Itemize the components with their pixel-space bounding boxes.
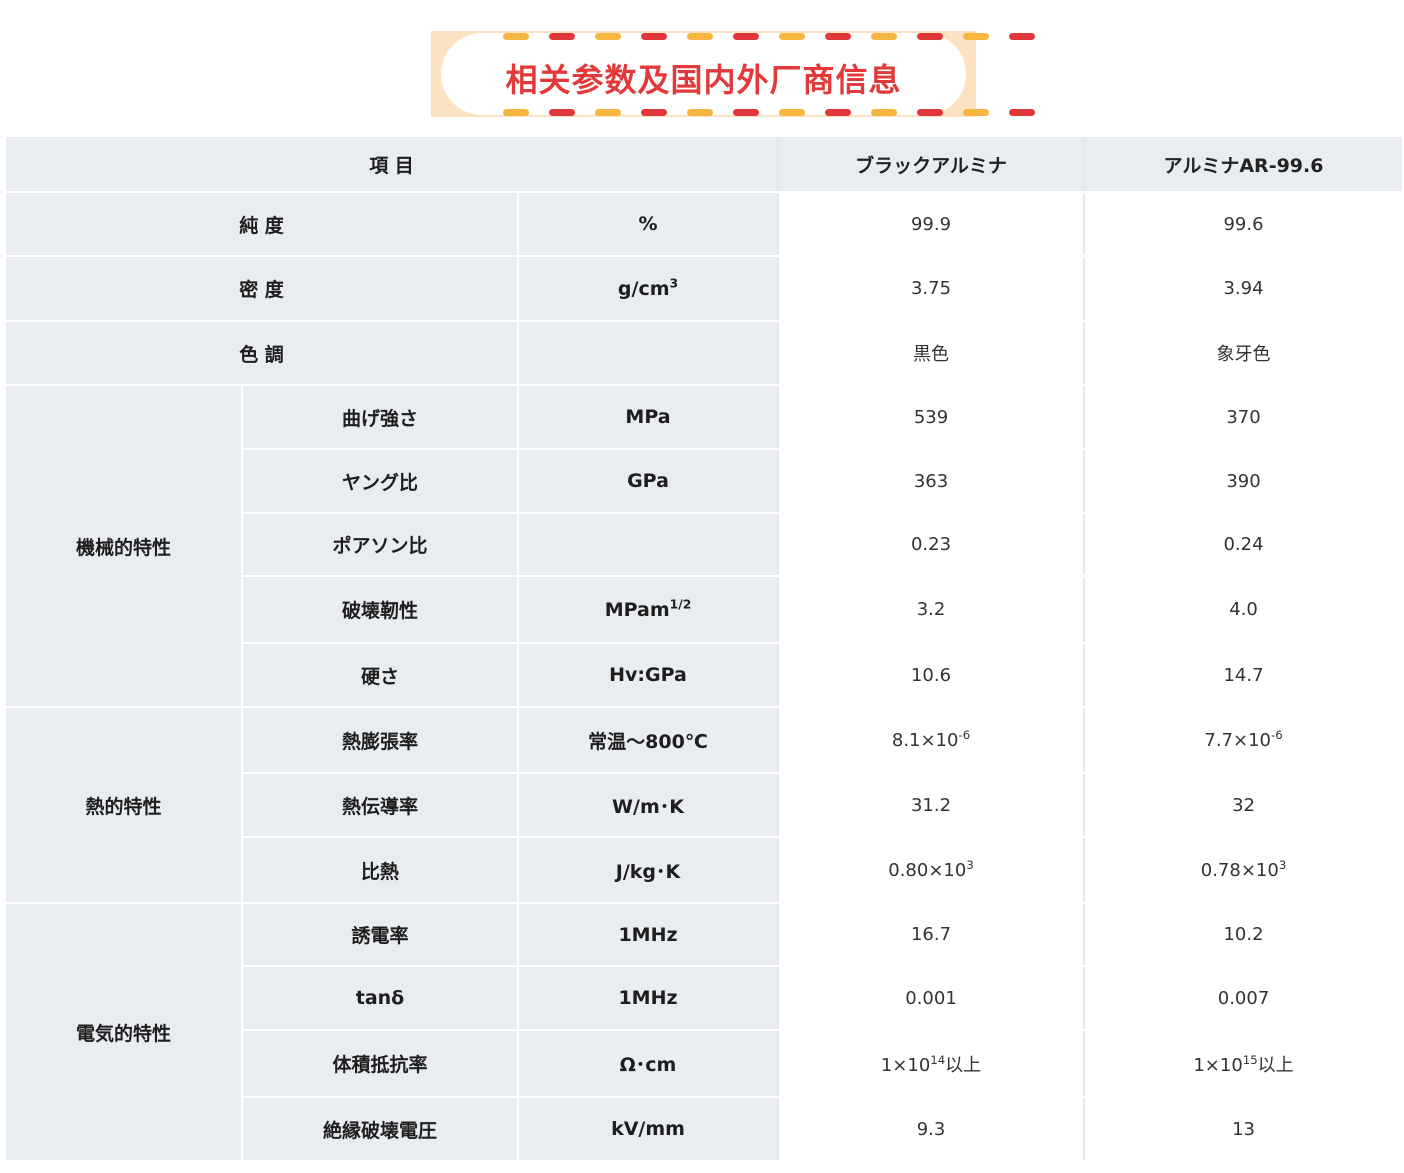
table-row: 純 度 % 99.9 99.6 bbox=[6, 192, 1403, 257]
value-cell: 黒色 bbox=[777, 321, 1085, 386]
table-header-row: 項 目 ブラックアルミナ アルミナAR-99.6 bbox=[6, 137, 1403, 193]
row-unit bbox=[516, 513, 779, 577]
banner-title: 相关参数及国内外厂商信息 bbox=[505, 61, 902, 99]
banner-dashes-bottom bbox=[503, 109, 1035, 116]
section-banner: 相关参数及国内外厂商信息 bbox=[431, 31, 1035, 117]
spec-table: 項 目 ブラックアルミナ アルミナAR-99.6 純 度 % 99.9 99.6… bbox=[6, 137, 1403, 1162]
value-cell: 3.94 bbox=[1083, 256, 1403, 322]
row-label: 比熱 bbox=[241, 837, 518, 904]
row-label: 純 度 bbox=[6, 192, 518, 257]
value-cell: 99.6 bbox=[1083, 192, 1403, 257]
value-cell: 390 bbox=[1083, 449, 1403, 514]
value-cell: 13 bbox=[1083, 1097, 1403, 1162]
value-cell: 3.75 bbox=[777, 256, 1085, 322]
row-label: 熱膨張率 bbox=[241, 707, 518, 774]
value-cell: 99.9 bbox=[777, 192, 1085, 257]
row-unit: 1MHz bbox=[516, 966, 779, 1031]
value-cell: 0.001 bbox=[777, 966, 1085, 1031]
row-label: 硬さ bbox=[241, 643, 518, 708]
group-label-thermal: 熱的特性 bbox=[6, 707, 242, 904]
value-cell: 0.23 bbox=[777, 513, 1085, 577]
value-cell: 370 bbox=[1083, 385, 1403, 450]
row-unit: % bbox=[516, 192, 779, 257]
value-cell: 16.7 bbox=[777, 903, 1085, 967]
value-cell: 1×1014以上 bbox=[777, 1030, 1085, 1098]
row-unit: 常温～800℃ bbox=[516, 707, 779, 774]
header-col-alumina-ar996: アルミナAR-99.6 bbox=[1083, 137, 1403, 193]
value-cell: 象牙色 bbox=[1083, 321, 1403, 386]
group-label-electrical: 電気的特性 bbox=[6, 903, 242, 1162]
header-item: 項 目 bbox=[6, 137, 779, 193]
table-row: 密 度 g/cm3 3.75 3.94 bbox=[6, 256, 1403, 322]
value-cell: 0.80×103 bbox=[777, 837, 1085, 904]
value-cell: 1×1015以上 bbox=[1083, 1030, 1403, 1098]
value-cell: 363 bbox=[777, 449, 1085, 514]
header-col-black-alumina: ブラックアルミナ bbox=[777, 137, 1085, 193]
value-cell: 3.2 bbox=[777, 576, 1085, 644]
value-cell: 0.24 bbox=[1083, 513, 1403, 577]
row-unit: 1MHz bbox=[516, 903, 779, 967]
value-cell: 32 bbox=[1083, 773, 1403, 838]
row-label: 体積抵抗率 bbox=[241, 1030, 518, 1098]
row-unit: MPam1/2 bbox=[516, 576, 779, 644]
value-cell: 0.78×103 bbox=[1083, 837, 1403, 904]
row-label: ヤング比 bbox=[241, 449, 518, 514]
row-unit: MPa bbox=[516, 385, 779, 450]
value-cell: 8.1×10-6 bbox=[777, 707, 1085, 774]
row-unit: GPa bbox=[516, 449, 779, 514]
group-label-mechanical: 機械的特性 bbox=[6, 385, 242, 708]
row-label: 絶縁破壊電圧 bbox=[241, 1097, 518, 1162]
table-row: 機械的特性 曲げ強さ MPa 539 370 bbox=[6, 385, 1403, 708]
row-label: 密 度 bbox=[6, 256, 518, 322]
row-label: 熱伝導率 bbox=[241, 773, 518, 838]
table-row: 熱的特性 熱膨張率 常温～800℃ 8.1×10-6 7.7×10-6 bbox=[6, 707, 1403, 904]
value-cell: 539 bbox=[777, 385, 1085, 450]
row-unit: Hv:GPa bbox=[516, 643, 779, 708]
value-cell: 9.3 bbox=[777, 1097, 1085, 1162]
row-label: tanδ bbox=[241, 966, 518, 1031]
value-cell: 14.7 bbox=[1083, 643, 1403, 708]
table-row: 色 調 黒色 象牙色 bbox=[6, 321, 1403, 386]
table-row: 電気的特性 誘電率 1MHz 16.7 10.2 bbox=[6, 903, 1403, 1162]
value-cell: 0.007 bbox=[1083, 966, 1403, 1031]
row-label: 誘電率 bbox=[241, 903, 518, 967]
row-unit: W/m･K bbox=[516, 773, 779, 838]
row-unit: Ω･cm bbox=[516, 1030, 779, 1098]
banner-dashes-top bbox=[503, 33, 1035, 40]
value-cell: 7.7×10-6 bbox=[1083, 707, 1403, 774]
row-unit bbox=[516, 321, 779, 386]
value-cell: 10.6 bbox=[777, 643, 1085, 708]
row-unit: kV/mm bbox=[516, 1097, 779, 1162]
row-label: 色 調 bbox=[6, 321, 518, 386]
value-cell: 4.0 bbox=[1083, 576, 1403, 644]
row-label: ポアソン比 bbox=[241, 513, 518, 577]
banner-pill: 相关参数及国内外厂商信息 bbox=[441, 33, 1035, 116]
row-label: 曲げ強さ bbox=[241, 385, 518, 450]
row-unit: g/cm3 bbox=[516, 256, 779, 322]
row-unit: J/kg･K bbox=[516, 837, 779, 904]
value-cell: 10.2 bbox=[1083, 903, 1403, 967]
value-cell: 31.2 bbox=[777, 773, 1085, 838]
row-label: 破壊靭性 bbox=[241, 576, 518, 644]
